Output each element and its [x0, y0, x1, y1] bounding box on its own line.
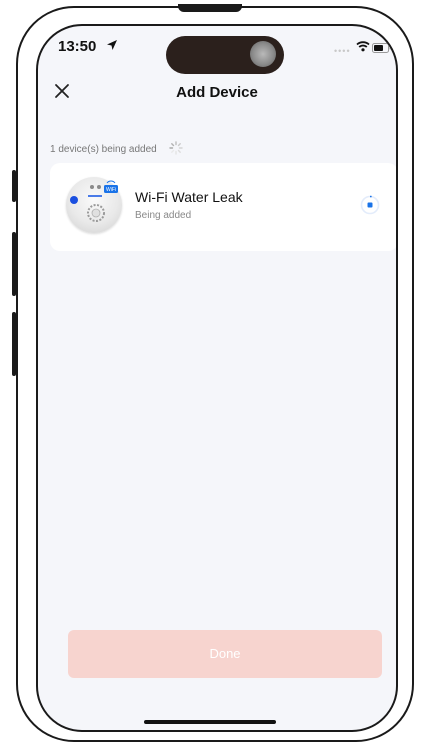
wifi-icon	[356, 41, 370, 52]
page-title: Add Device	[176, 84, 258, 101]
loading-spinner-icon	[169, 141, 183, 155]
status-time: 13:50	[58, 38, 97, 55]
status-bar: 13:50 ••••	[38, 26, 396, 74]
device-status: Being added	[135, 210, 192, 221]
adding-count-text: 1 device(s) being added	[50, 144, 157, 155]
phone-top-edge	[178, 4, 242, 12]
location-arrow-icon	[107, 40, 117, 50]
dynamic-island	[166, 36, 284, 74]
side-button-action	[12, 170, 16, 202]
wifi-badge-text: WiFi	[106, 187, 116, 193]
side-button-volume-down	[12, 312, 16, 376]
home-indicator[interactable]	[144, 720, 276, 724]
device-name: Wi-Fi Water Leak	[135, 189, 243, 205]
device-card[interactable]: WiFi Wi-Fi Water Leak Being added	[50, 163, 396, 251]
battery-icon	[372, 43, 391, 53]
camera-icon	[250, 41, 276, 67]
nav-bar: Add Device	[38, 78, 396, 110]
water-leak-sensor-icon: WiFi	[70, 180, 118, 222]
adding-progress-icon	[360, 195, 380, 215]
device-image: WiFi	[66, 177, 122, 233]
done-button[interactable]: Done	[68, 630, 382, 678]
side-button-volume-up	[12, 232, 16, 296]
adding-status-row: 1 device(s) being added	[50, 139, 183, 155]
phone-screen: 13:50 •••• Add Device 1 device(s) being …	[36, 24, 398, 732]
cellular-signal-icon: ••••	[334, 46, 351, 56]
